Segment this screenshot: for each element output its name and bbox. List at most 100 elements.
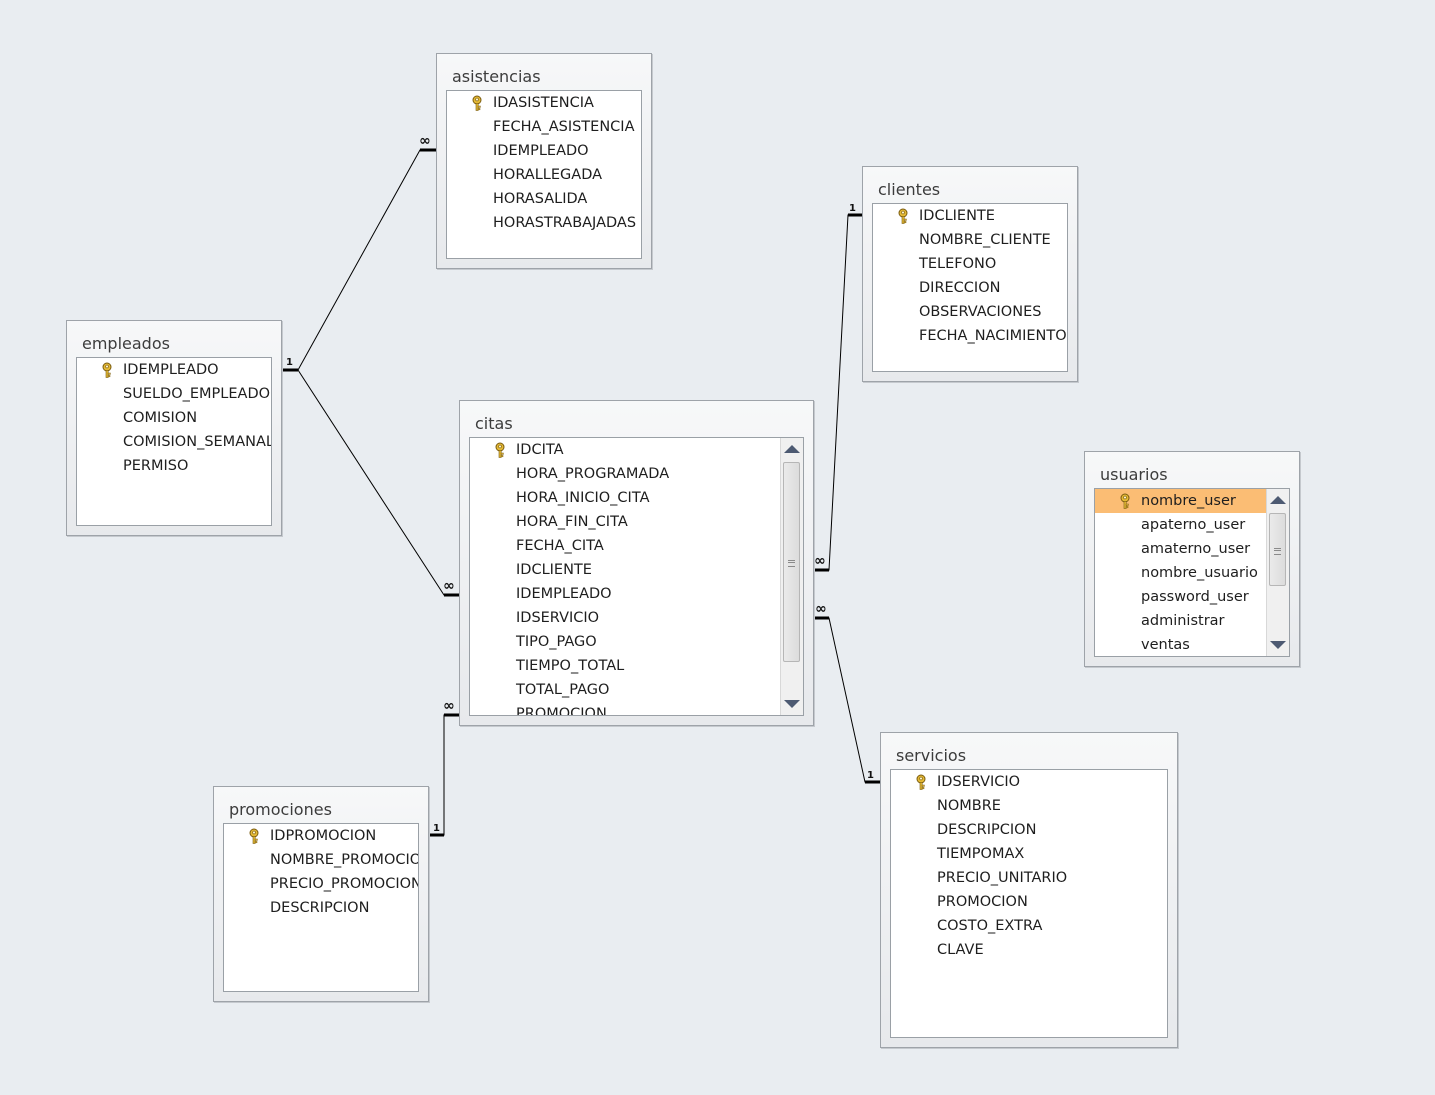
field-list: IDSERVICIO NOMBRE DESCRIPCION TIEMPOMAX PREC… — [890, 769, 1168, 1038]
field-fecha-cita[interactable]: FECHA_CITA — [470, 534, 780, 558]
field-idcliente[interactable]: IDCLIENTE — [470, 558, 780, 582]
field-idcliente[interactable]: IDCLIENTE — [873, 204, 1067, 228]
field-label: TIPO_PAGO — [516, 634, 597, 650]
arrow-down-icon — [1270, 641, 1286, 649]
table-empleados[interactable]: empleados IDEMPLEADO SUELDO_EMPLEADO COMIS… — [66, 320, 282, 536]
field-label: IDCLIENTE — [919, 208, 995, 224]
field-label: NOMBRE_CLIENTE — [919, 232, 1051, 248]
field-horasalida[interactable]: HORASALIDA — [447, 187, 641, 211]
field-clave[interactable]: CLAVE — [891, 938, 1167, 962]
field-apaterno-user[interactable]: apaterno_user — [1095, 513, 1266, 537]
field-label: TELEFONO — [919, 256, 997, 272]
field-nombre-cliente[interactable]: NOMBRE_CLIENTE — [873, 228, 1067, 252]
field-administrar[interactable]: administrar — [1095, 609, 1266, 633]
relationship-line — [814, 214, 862, 571]
field-tiempo-total[interactable]: TIEMPO_TOTAL — [470, 654, 780, 678]
field-hora-fin-cita[interactable]: HORA_FIN_CITA — [470, 510, 780, 534]
field-label: IDPROMOCION — [270, 828, 377, 844]
field-label: DESCRIPCION — [937, 822, 1037, 838]
field-label: TIEMPO_TOTAL — [516, 658, 625, 674]
field-label: COSTO_EXTRA — [937, 918, 1043, 934]
field-label: password_user — [1141, 589, 1249, 605]
primary-key-icon — [494, 442, 506, 458]
field-label: PERMISO — [123, 458, 189, 474]
field-idpromocion[interactable]: IDPROMOCION — [224, 824, 418, 848]
table-title: servicios — [896, 746, 967, 765]
field-idempleado[interactable]: IDEMPLEADO — [470, 582, 780, 606]
table-clientes[interactable]: clientes IDCLIENTE NOMBRE_CLIENTE TELEFONO… — [862, 166, 1078, 382]
field-direccion[interactable]: DIRECCION — [873, 276, 1067, 300]
field-label: DESCRIPCION — [270, 900, 370, 916]
table-usuarios[interactable]: usuarios nombre_user apaterno_useramatern… — [1084, 451, 1300, 667]
cardinality-many-label: ∞ — [419, 133, 431, 149]
field-idservicio[interactable]: IDSERVICIO — [891, 770, 1167, 794]
field-tipo-pago[interactable]: TIPO_PAGO — [470, 630, 780, 654]
field-idasistencia[interactable]: IDASISTENCIA — [447, 91, 641, 115]
field-ventas[interactable]: ventas — [1095, 633, 1266, 656]
field-label: COMISION — [123, 410, 198, 426]
cardinality-one-label: 1 — [867, 770, 874, 781]
field-sueldo-empleado[interactable]: SUELDO_EMPLEADO — [77, 382, 271, 406]
relationship-line — [297, 369, 459, 596]
table-title: usuarios — [1100, 465, 1168, 484]
field-hora-programada[interactable]: HORA_PROGRAMADA — [470, 462, 780, 486]
scroll-up-button[interactable] — [781, 438, 803, 460]
field-hora-inicio-cita[interactable]: HORA_INICIO_CITA — [470, 486, 780, 510]
field-amaterno-user[interactable]: amaterno_user — [1095, 537, 1266, 561]
field-idempleado[interactable]: IDEMPLEADO — [77, 358, 271, 382]
field-horastrabajadas[interactable]: HORASTRABAJADAS — [447, 211, 641, 235]
field-idempleado[interactable]: IDEMPLEADO — [447, 139, 641, 163]
field-precio-promocion[interactable]: PRECIO_PROMOCION — [224, 872, 418, 896]
field-label: ventas — [1141, 637, 1190, 653]
field-list: IDEMPLEADO SUELDO_EMPLEADO COMISION COMISIO… — [76, 357, 272, 526]
field-label: PROMOCION — [937, 894, 1028, 910]
field-comision[interactable]: COMISION — [77, 406, 271, 430]
field-fecha-nacimiento[interactable]: FECHA_NACIMIENTO — [873, 324, 1067, 348]
table-title: empleados — [82, 334, 170, 353]
grip-icon — [1274, 547, 1281, 555]
field-idservicio[interactable]: IDSERVICIO — [470, 606, 780, 630]
scroll-up-button[interactable] — [1267, 489, 1289, 511]
scroll-down-button[interactable] — [1267, 634, 1289, 656]
field-descripcion[interactable]: DESCRIPCION — [891, 818, 1167, 842]
field-costo-extra[interactable]: COSTO_EXTRA — [891, 914, 1167, 938]
scroll-thumb[interactable] — [783, 462, 800, 662]
field-label: amaterno_user — [1141, 541, 1251, 557]
field-permiso[interactable]: PERMISO — [77, 454, 271, 478]
field-nombre-user[interactable]: nombre_user — [1095, 489, 1266, 513]
field-promocion[interactable]: PROMOCION — [470, 702, 780, 715]
table-servicios[interactable]: servicios IDSERVICIO NOMBRE DESCRIPCION TIE… — [880, 732, 1178, 1048]
field-horallegada[interactable]: HORALLEGADA — [447, 163, 641, 187]
field-label: nombre_usuario — [1141, 565, 1258, 581]
vertical-scrollbar[interactable] — [1266, 489, 1289, 656]
field-descripcion[interactable]: DESCRIPCION — [224, 896, 418, 920]
field-list: IDCLIENTE NOMBRE_CLIENTE TELEFONO DIRECCION… — [872, 203, 1068, 372]
table-promociones[interactable]: promociones IDPROMOCION NOMBRE_PROMOCION P… — [213, 786, 429, 1002]
field-nombre-usuario[interactable]: nombre_usuario — [1095, 561, 1266, 585]
table-asistencias[interactable]: asistencias IDASISTENCIA FECHA_ASISTENCIA… — [436, 53, 652, 269]
field-fecha-asistencia[interactable]: FECHA_ASISTENCIA — [447, 115, 641, 139]
field-total-pago[interactable]: TOTAL_PAGO — [470, 678, 780, 702]
primary-key-icon — [248, 828, 260, 844]
field-idcita[interactable]: IDCITA — [470, 438, 780, 462]
table-citas[interactable]: citas IDCITA HORA_PROGRAMADA HORA_INICIO_C… — [459, 400, 814, 726]
scroll-down-button[interactable] — [781, 693, 803, 715]
primary-key-icon — [897, 208, 909, 224]
field-password-user[interactable]: password_user — [1095, 585, 1266, 609]
field-label: COMISION_SEMANAL — [123, 434, 272, 450]
scroll-thumb[interactable] — [1269, 513, 1286, 586]
field-comision-semanal[interactable]: COMISION_SEMANAL — [77, 430, 271, 454]
field-label: CLAVE — [937, 942, 984, 958]
field-observaciones[interactable]: OBSERVACIONES — [873, 300, 1067, 324]
field-label: apaterno_user — [1141, 517, 1246, 533]
vertical-scrollbar[interactable] — [780, 438, 803, 715]
field-promocion[interactable]: PROMOCION — [891, 890, 1167, 914]
field-label: IDSERVICIO — [937, 774, 1021, 790]
field-label: administrar — [1141, 613, 1225, 629]
field-precio-unitario[interactable]: PRECIO_UNITARIO — [891, 866, 1167, 890]
field-label: HORA_FIN_CITA — [516, 514, 628, 530]
field-nombre[interactable]: NOMBRE — [891, 794, 1167, 818]
field-tiempomax[interactable]: TIEMPOMAX — [891, 842, 1167, 866]
field-telefono[interactable]: TELEFONO — [873, 252, 1067, 276]
field-nombre-promocion[interactable]: NOMBRE_PROMOCION — [224, 848, 418, 872]
